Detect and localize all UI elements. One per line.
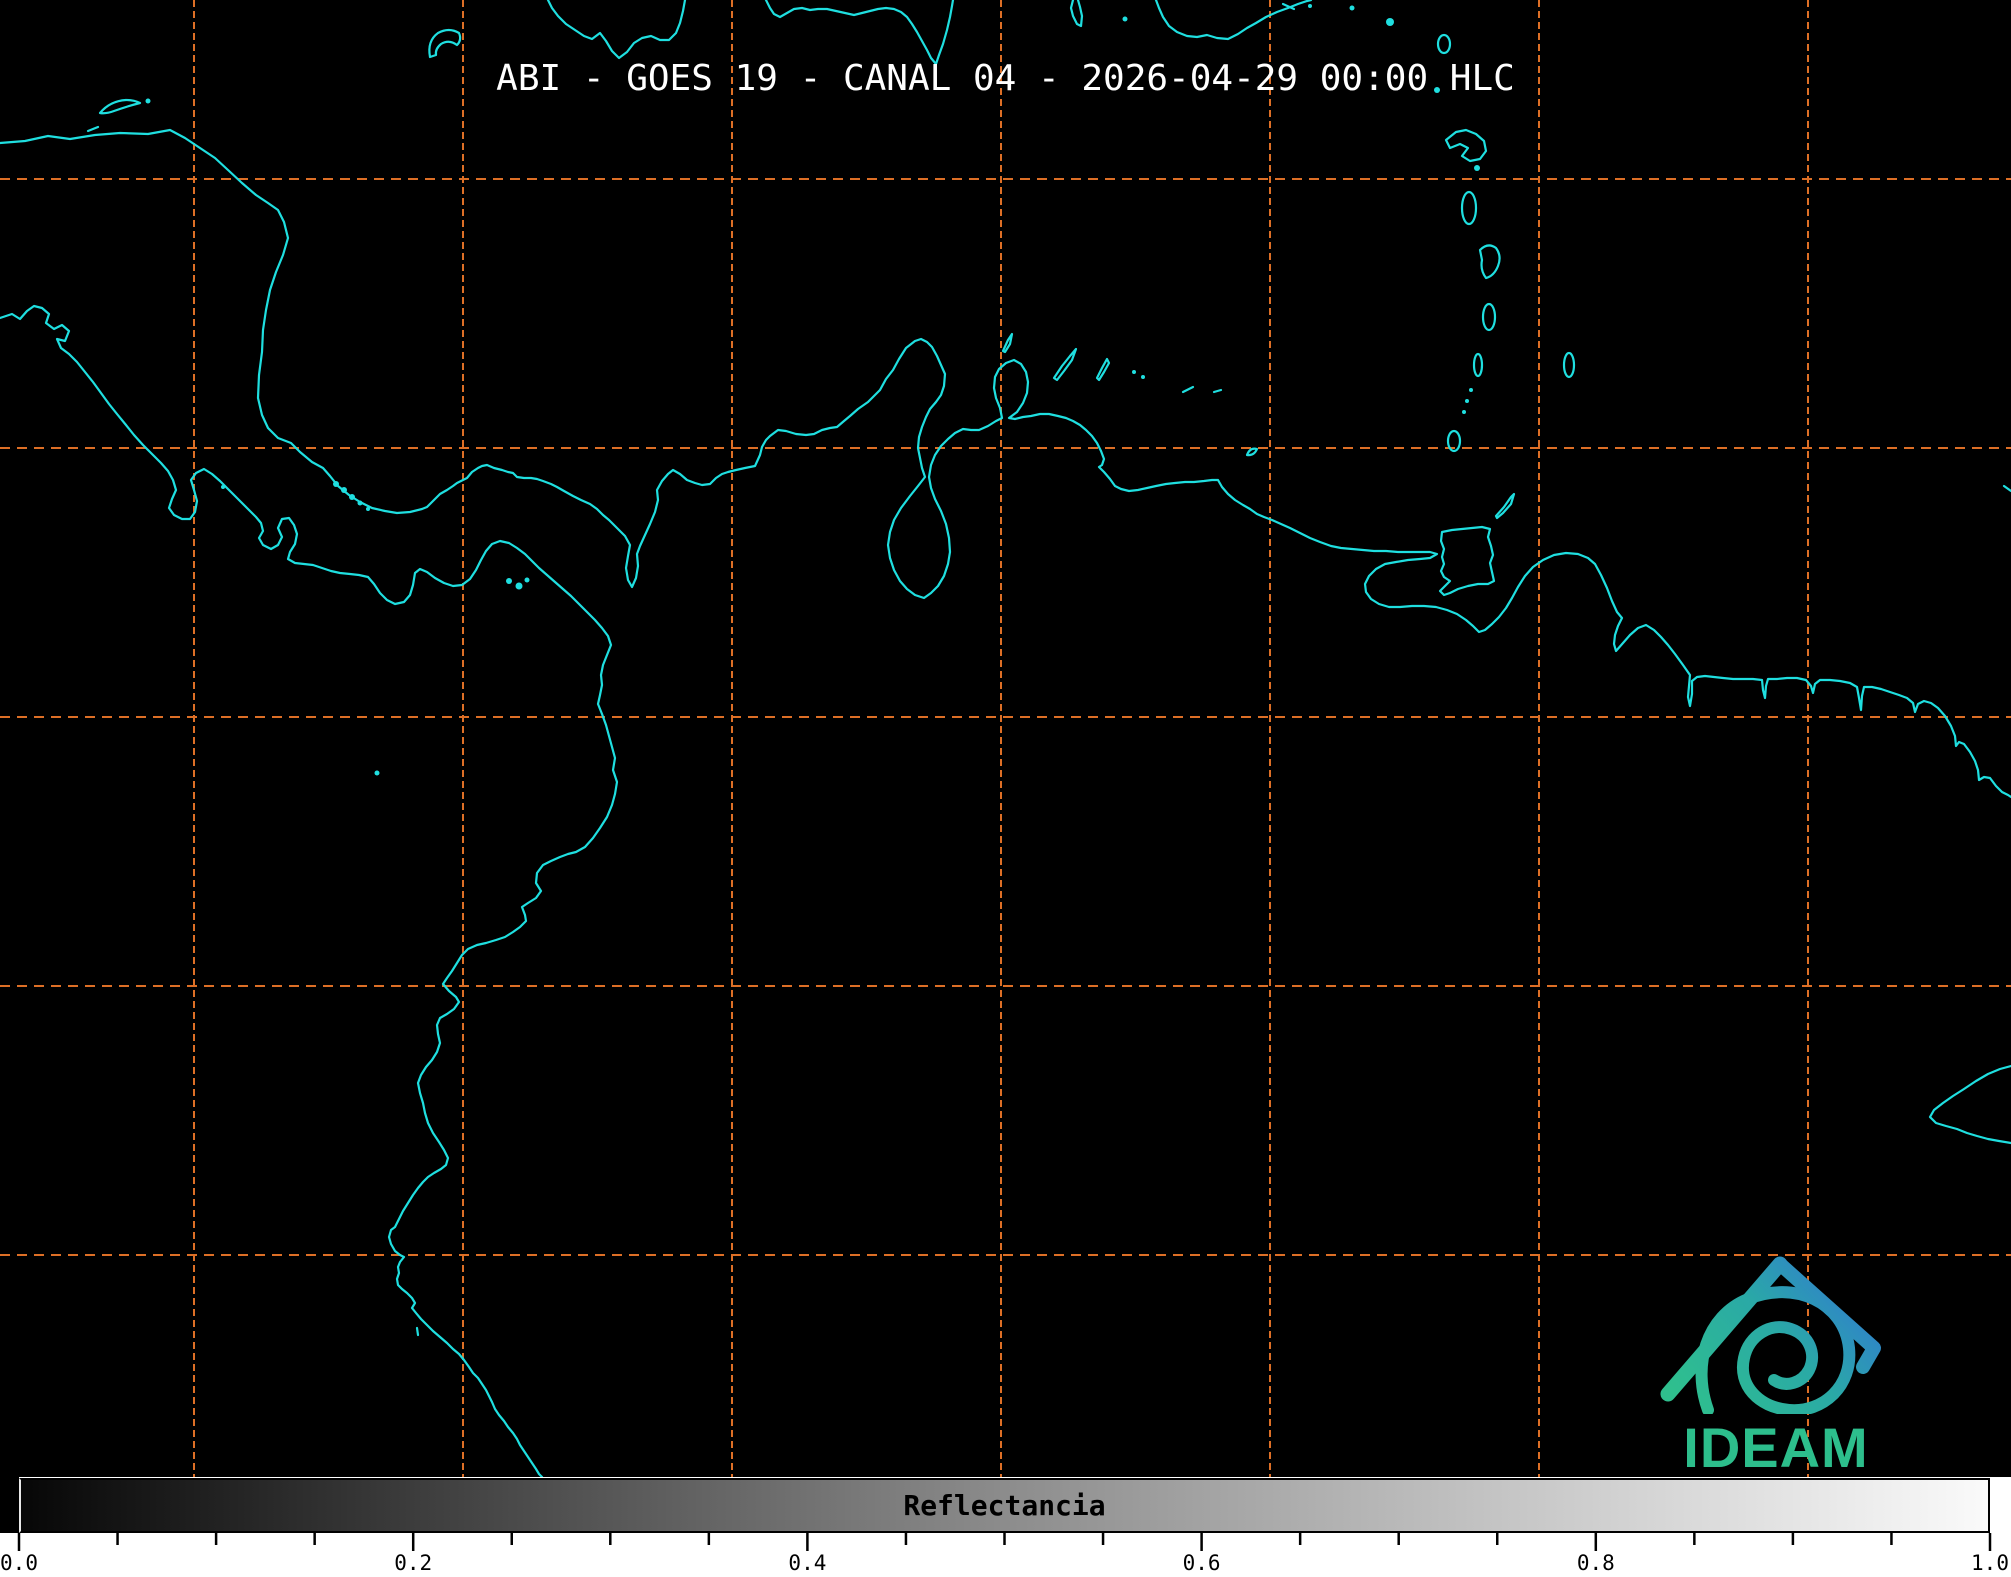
island-dot <box>1465 399 1469 403</box>
colorbar-tick-label: 0.8 <box>1576 1551 1615 1575</box>
coastline-path <box>1181 385 1195 394</box>
ideam-logo-text: IDEAM <box>1683 1416 1869 1477</box>
coastline-path <box>764 0 955 66</box>
coastline-path <box>1212 388 1223 394</box>
island-dot <box>1141 375 1145 379</box>
coastline-path <box>1444 128 1488 163</box>
coastline-path <box>98 98 142 115</box>
island-dot <box>357 500 363 506</box>
colorbar-strip: Reflectancia 0.0 0.2 0.4 0.6 0.8 1.0 <box>0 1477 2011 1577</box>
coastline-path <box>1245 447 1259 457</box>
coastline-path <box>1438 525 1496 597</box>
coastline-path <box>1052 347 1078 382</box>
island-dot <box>1349 5 1355 11</box>
island-dot <box>221 485 225 489</box>
island-dot <box>1474 165 1480 171</box>
island-dot <box>1462 410 1466 414</box>
island-outline <box>1460 190 1478 226</box>
colorbar-tick-label: 0.0 <box>0 1551 38 1575</box>
map-title: ABI - GOES 19 - CANAL 04 - 2026-04-29 00… <box>496 58 1515 99</box>
colorbar-tick-label: 0.2 <box>394 1551 433 1575</box>
coastline-path <box>2002 484 2011 493</box>
coastline-path <box>86 125 100 133</box>
island-dot <box>506 578 512 584</box>
island-dot <box>341 487 347 493</box>
coastline-path <box>428 28 462 59</box>
colorbar-tick-label: 1.0 <box>1971 1551 2009 1575</box>
island-dot <box>1132 370 1136 374</box>
coastline-path <box>546 0 687 60</box>
island-dot <box>524 577 530 583</box>
satellite-map: ABI - GOES 19 - CANAL 04 - 2026-04-29 00… <box>0 0 2011 1477</box>
coastline-path <box>1095 357 1111 382</box>
coastline-path <box>1494 492 1516 520</box>
coastline-path <box>1001 332 1014 354</box>
island-dot <box>333 481 339 487</box>
island-dot <box>1469 388 1473 392</box>
colorbar-ticks <box>17 1533 1992 1551</box>
colorbar-tick-label: 0.6 <box>1182 1551 1221 1575</box>
coastline-path <box>415 1326 420 1337</box>
island-dot <box>349 494 355 500</box>
island-dot <box>515 582 523 590</box>
island-outline <box>1562 351 1576 379</box>
coastline-path <box>1069 0 1084 28</box>
ideam-logo: IDEAM <box>1650 1244 1902 1476</box>
satellite-figure: ABI - GOES 19 - CANAL 04 - 2026-04-29 00… <box>0 0 2011 1577</box>
island-outline <box>1472 352 1484 378</box>
island-outline <box>1481 302 1497 332</box>
coastline-path <box>0 304 619 1477</box>
island-dot <box>366 507 370 511</box>
island-dot <box>145 98 151 104</box>
island-dot <box>374 770 380 776</box>
coastline-path <box>1928 1064 2011 1145</box>
ideam-logo-icon <box>1660 1256 1881 1414</box>
coastline-path <box>0 128 2011 799</box>
island-outline <box>1436 33 1452 55</box>
island-dot <box>1386 18 1394 26</box>
island-dot <box>1122 16 1128 22</box>
island-dot <box>1308 4 1312 8</box>
colorbar-tick-label: 0.4 <box>788 1551 827 1575</box>
coastline-path <box>1478 244 1501 280</box>
